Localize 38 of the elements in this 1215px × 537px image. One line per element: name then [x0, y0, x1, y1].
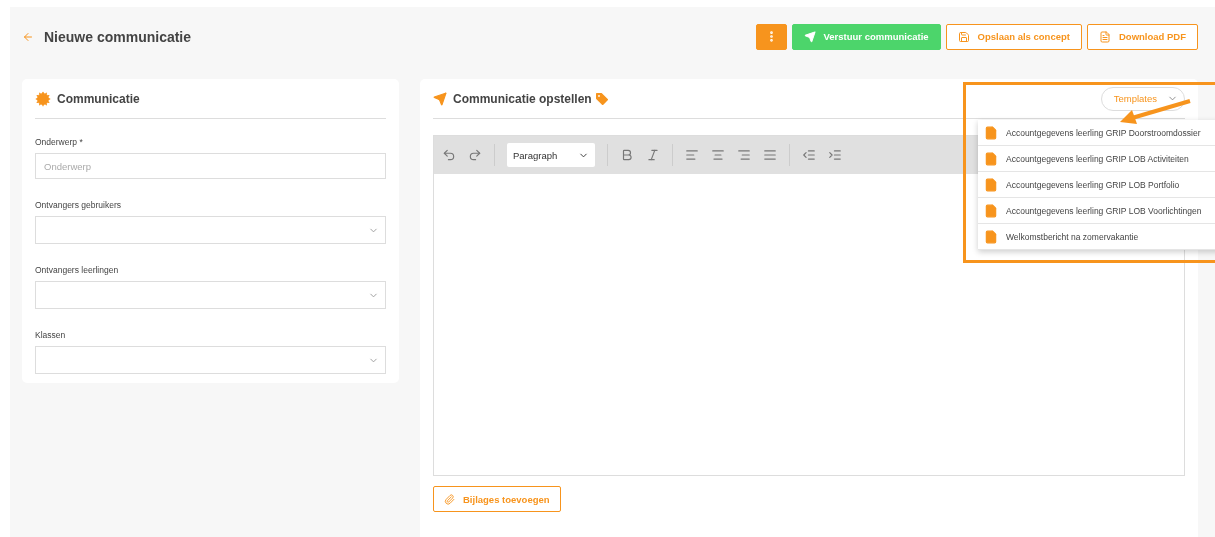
italic-icon[interactable]	[646, 148, 660, 162]
select-field[interactable]	[35, 216, 386, 244]
file-icon	[984, 177, 998, 192]
paper-plane-icon	[803, 30, 816, 43]
indent-icon[interactable]	[828, 148, 842, 162]
template-item[interactable]: Welkomstbericht na zomervakantie	[978, 224, 1215, 250]
file-icon	[984, 125, 998, 140]
align-center-icon[interactable]	[711, 148, 725, 162]
select-field[interactable]	[35, 346, 386, 374]
document-icon	[1098, 30, 1111, 43]
block-format-select[interactable]: Paragraph	[507, 143, 595, 167]
align-left-icon[interactable]	[685, 148, 699, 162]
subject-field[interactable]: Onderwerp	[35, 153, 386, 179]
paperclip-icon	[444, 493, 455, 505]
outdent-icon[interactable]	[802, 148, 816, 162]
more-button[interactable]	[755, 23, 787, 50]
back-arrow-icon[interactable]	[22, 30, 34, 43]
field-label: Onderwerp *	[35, 137, 84, 147]
card-title: Communicatie	[57, 91, 141, 106]
tag-icon	[593, 90, 610, 107]
template-item[interactable]: Accountgegevens leerling GRIP LOB Portfolio	[978, 172, 1215, 198]
file-icon	[984, 229, 998, 244]
field-label: Ontvangers leerlingen	[35, 265, 120, 275]
template-item[interactable]: Accountgegevens leerling GRIP LOB Activiteiten	[978, 146, 1215, 172]
select-field[interactable]	[35, 281, 386, 309]
redo-icon[interactable]	[468, 148, 482, 162]
page-title: Nieuwe communicatie	[44, 28, 193, 45]
bold-icon[interactable]	[620, 148, 634, 162]
file-icon	[984, 203, 998, 218]
template-item[interactable]: Accountgegevens leerling GRIP LOB Voorlichtingen	[978, 198, 1215, 224]
paper-plane-icon	[433, 91, 447, 106]
align-right-icon[interactable]	[737, 148, 751, 162]
card-title: Communicatie opstellen	[453, 91, 592, 106]
field-label: Klassen	[35, 330, 67, 340]
undo-icon[interactable]	[442, 148, 456, 162]
justify-icon[interactable]	[763, 148, 777, 162]
file-icon	[984, 151, 998, 166]
field-label: Ontvangers gebruikers	[35, 200, 122, 210]
